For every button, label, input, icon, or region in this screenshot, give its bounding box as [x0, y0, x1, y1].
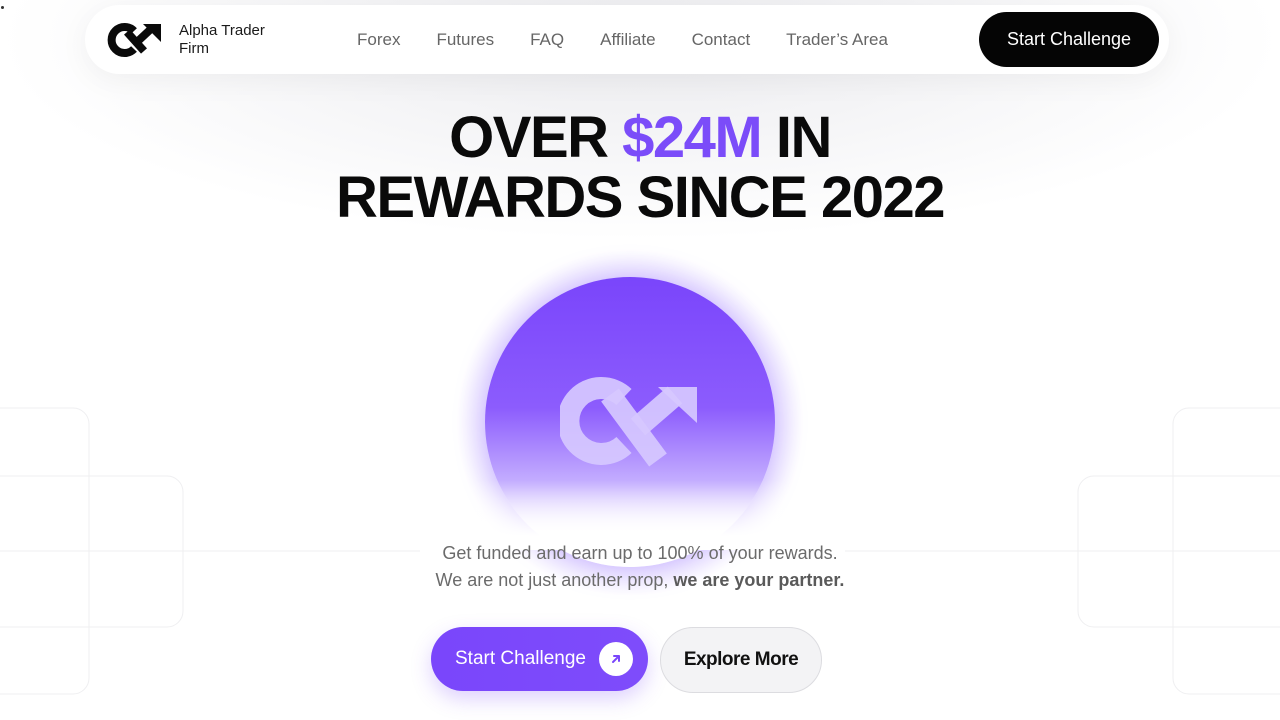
hero-title-part1: OVER — [449, 105, 623, 170]
tagline-line2: We are not just another prop, we are you… — [0, 567, 1280, 594]
nav-link-forex[interactable]: Forex — [357, 30, 400, 50]
hero-title-amount: $24M — [622, 105, 763, 170]
arrow-up-right-icon — [599, 642, 633, 676]
start-challenge-label: Start Challenge — [455, 648, 586, 669]
corner-dot — [1, 6, 4, 9]
alpha-arrow-emblem-icon — [560, 377, 697, 467]
brand-name: Alpha Trader Firm — [179, 22, 265, 57]
brand[interactable]: Alpha Trader Firm — [107, 22, 279, 58]
nav-link-futures[interactable]: Futures — [436, 30, 494, 50]
nav-start-challenge-button[interactable]: Start Challenge — [979, 12, 1159, 67]
explore-more-button[interactable]: Explore More — [660, 627, 822, 693]
nav-link-faq[interactable]: FAQ — [530, 30, 564, 50]
start-challenge-button[interactable]: Start Challenge — [431, 627, 648, 691]
hero-tagline: Get funded and earn up to 100% of your r… — [0, 540, 1280, 594]
tagline-line2-bold: we are your partner. — [673, 570, 845, 590]
nav-link-contact[interactable]: Contact — [692, 30, 751, 50]
hero-title-line2: REWARDS SINCE 2022 — [336, 165, 945, 230]
alpha-arrow-logo-icon — [107, 23, 161, 57]
nav-link-traders-area[interactable]: Trader’s Area — [786, 30, 888, 50]
tagline-line2-prefix: We are not just another prop, — [435, 570, 674, 590]
hero-title-part2: IN — [761, 105, 833, 170]
nav-links: Forex Futures FAQ Affiliate Contact Trad… — [357, 5, 924, 74]
hero-title: OVER $24M IN REWARDS SINCE 2022 — [0, 108, 1280, 228]
tagline-line1: Get funded and earn up to 100% of your r… — [442, 543, 838, 563]
top-navbar: Alpha Trader Firm Forex Futures FAQ Affi… — [85, 5, 1169, 74]
nav-link-affiliate[interactable]: Affiliate — [600, 30, 655, 50]
